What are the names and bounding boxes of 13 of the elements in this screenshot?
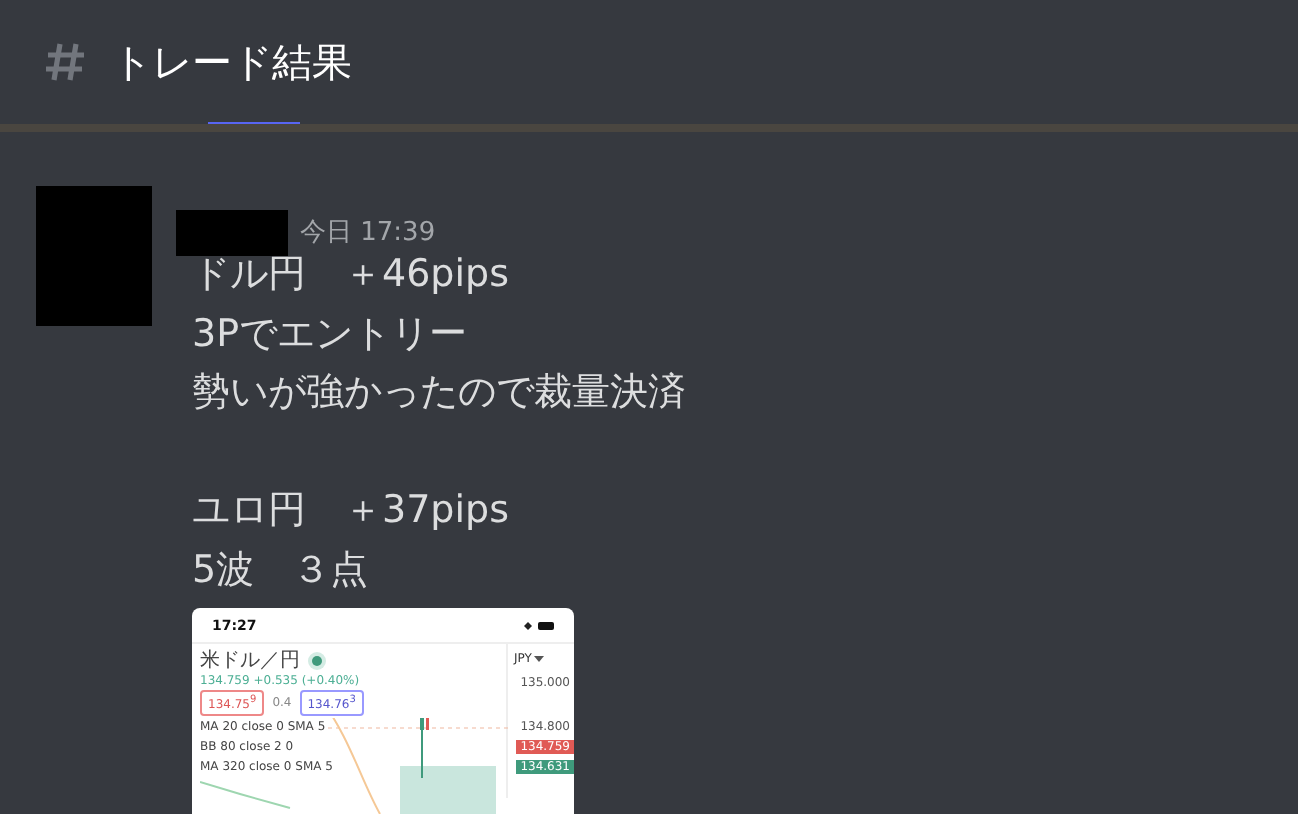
currency-pair: 米ドル／円: [200, 650, 300, 672]
status-dot-icon: [312, 656, 322, 666]
redacted-username: [176, 209, 288, 255]
redacted-avatar: [36, 186, 152, 326]
message-line: 3Pでエントリー: [192, 309, 470, 359]
message-line: 5波 ３点: [192, 545, 371, 595]
caret-icon: [533, 656, 544, 662]
message-line: ドル円 ＋46pips: [192, 250, 511, 300]
channel-title: トレード結果: [112, 35, 352, 89]
message-line: ユロ円 ＋37pips: [192, 486, 511, 536]
hash-icon: [44, 40, 88, 84]
message-line: 勢いが強かったので裁量決済: [192, 368, 686, 418]
message-timestamp: 今日 17:39: [300, 216, 436, 250]
